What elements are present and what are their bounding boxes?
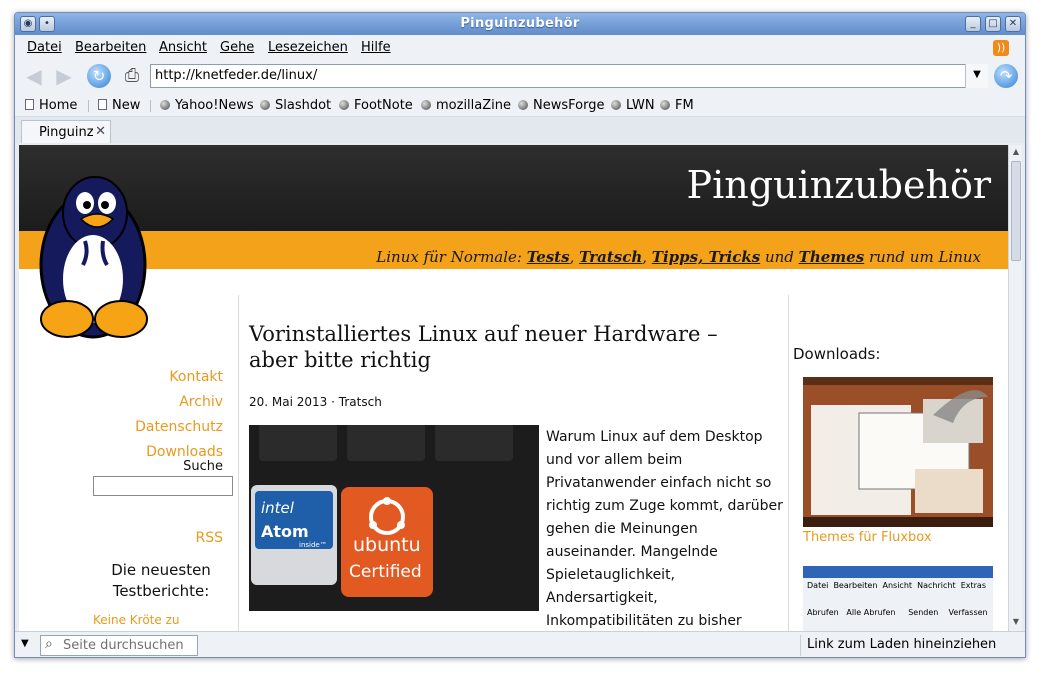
feed-icon <box>260 100 270 110</box>
column-divider <box>238 295 239 631</box>
menu-hilfe[interactable]: Hilfe <box>361 40 391 55</box>
tagline-bar: Linux für Normale: Tests, Tratsch, Tipps… <box>19 231 1009 269</box>
feed-icon <box>160 100 170 110</box>
nav-link-downloads[interactable]: Downloads <box>146 444 223 460</box>
newest-reviews-heading: Die neuesten Testberichte: <box>111 561 211 600</box>
url-input[interactable]: http://knetfeder.de/linux/ <box>150 64 988 88</box>
tagline-link-themes[interactable]: Themes <box>799 248 864 266</box>
site-tagline: Linux für Normale: Tests, Tratsch, Tipps… <box>376 248 981 266</box>
page-icon <box>25 99 34 110</box>
laptop-keyboard-image: intel Atom inside™ ubuntu Certified <box>249 425 539 611</box>
nav-link-archiv[interactable]: Archiv <box>179 394 223 410</box>
menu-bar: Datei Bearbeiten Ansicht Gehe Lesezeiche… <box>15 35 1025 59</box>
tab-label: Pinguinz <box>39 125 94 140</box>
feed-icon <box>611 100 621 110</box>
back-arrow-icon[interactable]: ◀ <box>23 65 45 87</box>
tab-pinguinzubehoer[interactable]: Pinguinz ✕ <box>21 120 111 143</box>
newest-review-link[interactable]: Keine Kröte zu <box>93 613 179 627</box>
bookmark-slashdot[interactable]: Slashdot <box>260 98 331 113</box>
magnifier-icon: ⌕ <box>45 636 53 652</box>
search-label: Suche <box>183 459 223 474</box>
article-excerpt: Warum Linux auf dem Desktop und vor alle… <box>546 429 783 629</box>
feed-icon <box>518 100 528 110</box>
article-title[interactable]: Vorinstalliertes Linux auf neuer Hardwar… <box>249 321 769 373</box>
window-title: Pinguinzubehör <box>460 16 580 31</box>
right-sidebar: Downloads: Themes für Fluxbox Datei Bear… <box>793 269 1009 631</box>
maximize-icon[interactable]: □ <box>985 16 1001 32</box>
meta-separator: · <box>331 395 335 409</box>
bookmark-mozillazine[interactable]: mozillaZine <box>421 98 511 113</box>
article-category[interactable]: Tratsch <box>339 395 382 409</box>
rss-feed-icon[interactable]: )) <box>993 40 1009 56</box>
feed-icon <box>660 100 670 110</box>
feed-icon <box>421 100 431 110</box>
browser-window: ◉ • Pinguinzubehör _ □ ✕ Datei Bearbeite… <box>14 12 1026 658</box>
vertical-scrollbar[interactable]: ▲ ▼ <box>1008 145 1022 631</box>
bookmark-home[interactable]: Home <box>25 98 77 113</box>
bookmark-fm[interactable]: FM <box>660 98 694 113</box>
menu-datei[interactable]: Datei <box>27 40 62 55</box>
reload-icon[interactable]: ↻ <box>87 64 111 88</box>
site-title[interactable]: Pinguinzubehör <box>687 163 991 207</box>
page-icon <box>98 99 107 110</box>
find-dropdown-icon[interactable]: ▼ <box>21 638 29 649</box>
menu-lesezeichen[interactable]: Lesezeichen <box>268 40 348 55</box>
ubuntu-logo-text: ubuntu <box>353 534 421 556</box>
tab-bar: Pinguinz ✕ <box>15 117 1025 143</box>
status-bar: ▼ ⌕ Seite durchsuchen Link zum Laden hin… <box>15 631 1025 657</box>
tagline-link-tratsch[interactable]: Tratsch <box>579 248 642 266</box>
certified-text: Certified <box>349 562 422 582</box>
tagline-link-tests[interactable]: Tests <box>527 248 570 266</box>
thunderbird-screenshot[interactable]: Datei Bearbeiten Ansicht Nachricht Extra… <box>803 566 993 631</box>
mail-menu-row: Datei Bearbeiten Ansicht Nachricht Extra… <box>807 581 986 590</box>
fluxbox-theme-screenshot[interactable] <box>803 377 993 527</box>
feed-icon <box>339 100 349 110</box>
atom-logo-text: Atom <box>261 522 309 541</box>
print-icon[interactable]: ⎙ <box>121 65 143 87</box>
bookmark-new[interactable]: New <box>98 98 140 113</box>
article-image[interactable]: intel Atom inside™ ubuntu Certified <box>249 425 539 611</box>
inside-logo-text: inside™ <box>299 541 327 549</box>
bookmark-footnote[interactable]: FootNote <box>339 98 413 113</box>
url-dropdown-icon[interactable]: ▼ <box>965 64 988 88</box>
nav-link-datenschutz[interactable]: Datenschutz <box>135 419 223 435</box>
site-header: Pinguinzubehör <box>19 145 1009 231</box>
scroll-up-icon[interactable]: ▲ <box>1010 147 1022 159</box>
column-divider <box>788 295 789 631</box>
menu-bearbeiten[interactable]: Bearbeiten <box>75 40 146 55</box>
tagline-link-tipps-tricks[interactable]: Tipps, Tricks <box>652 248 760 266</box>
rss-link[interactable]: RSS <box>195 530 223 546</box>
find-placeholder: Seite durchsuchen <box>63 638 184 653</box>
bookmark-newsforge[interactable]: NewsForge <box>518 98 604 113</box>
article-meta: 20. Mai 2013 · Tratsch <box>249 395 382 409</box>
downloads-heading: Downloads: <box>793 345 881 363</box>
forward-arrow-icon[interactable]: ▶ <box>53 65 75 87</box>
nav-link-kontakt[interactable]: Kontakt <box>169 369 223 385</box>
close-icon[interactable]: ✕ <box>1005 16 1021 32</box>
minimize-icon[interactable]: _ <box>965 16 981 32</box>
site-search-input[interactable] <box>93 476 233 496</box>
bookmark-yahoo-news[interactable]: Yahoo!News <box>160 98 254 113</box>
find-in-page-input[interactable]: ⌕ Seite durchsuchen <box>40 635 198 656</box>
tab-close-icon[interactable]: ✕ <box>95 124 106 139</box>
menu-gehe[interactable]: Gehe <box>220 40 254 55</box>
scroll-thumb[interactable] <box>1011 161 1021 261</box>
bookmarks-toolbar: Home New Yahoo!News Slashdot FootNote mo… <box>15 93 1025 117</box>
go-icon[interactable]: ↷ <box>994 64 1018 88</box>
article-date: 20. Mai 2013 <box>249 395 328 409</box>
page-viewport: Pinguinzubehör Linux für Normale: Tests,… <box>19 145 1009 631</box>
status-message: Link zum Laden hineinziehen <box>800 635 1008 656</box>
left-sidebar: Kontakt Archiv Datenschutz Downloads Suc… <box>19 269 237 631</box>
mail-toolbar-row: Abrufen Alle Abrufen Senden Verfassen <box>807 608 988 617</box>
intel-logo-text: intel <box>261 499 295 517</box>
scroll-down-icon[interactable]: ▼ <box>1010 617 1022 629</box>
title-bar: ◉ • Pinguinzubehör _ □ ✕ <box>15 13 1025 35</box>
navigation-toolbar: ◀ ▶ ↻ ⎙ http://knetfeder.de/linux/ ▼ ↷ <box>15 59 1025 93</box>
menu-ansicht[interactable]: Ansicht <box>159 40 207 55</box>
bookmark-lwn[interactable]: LWN <box>611 98 655 113</box>
themes-fluxbox-link[interactable]: Themes für Fluxbox <box>803 530 932 545</box>
